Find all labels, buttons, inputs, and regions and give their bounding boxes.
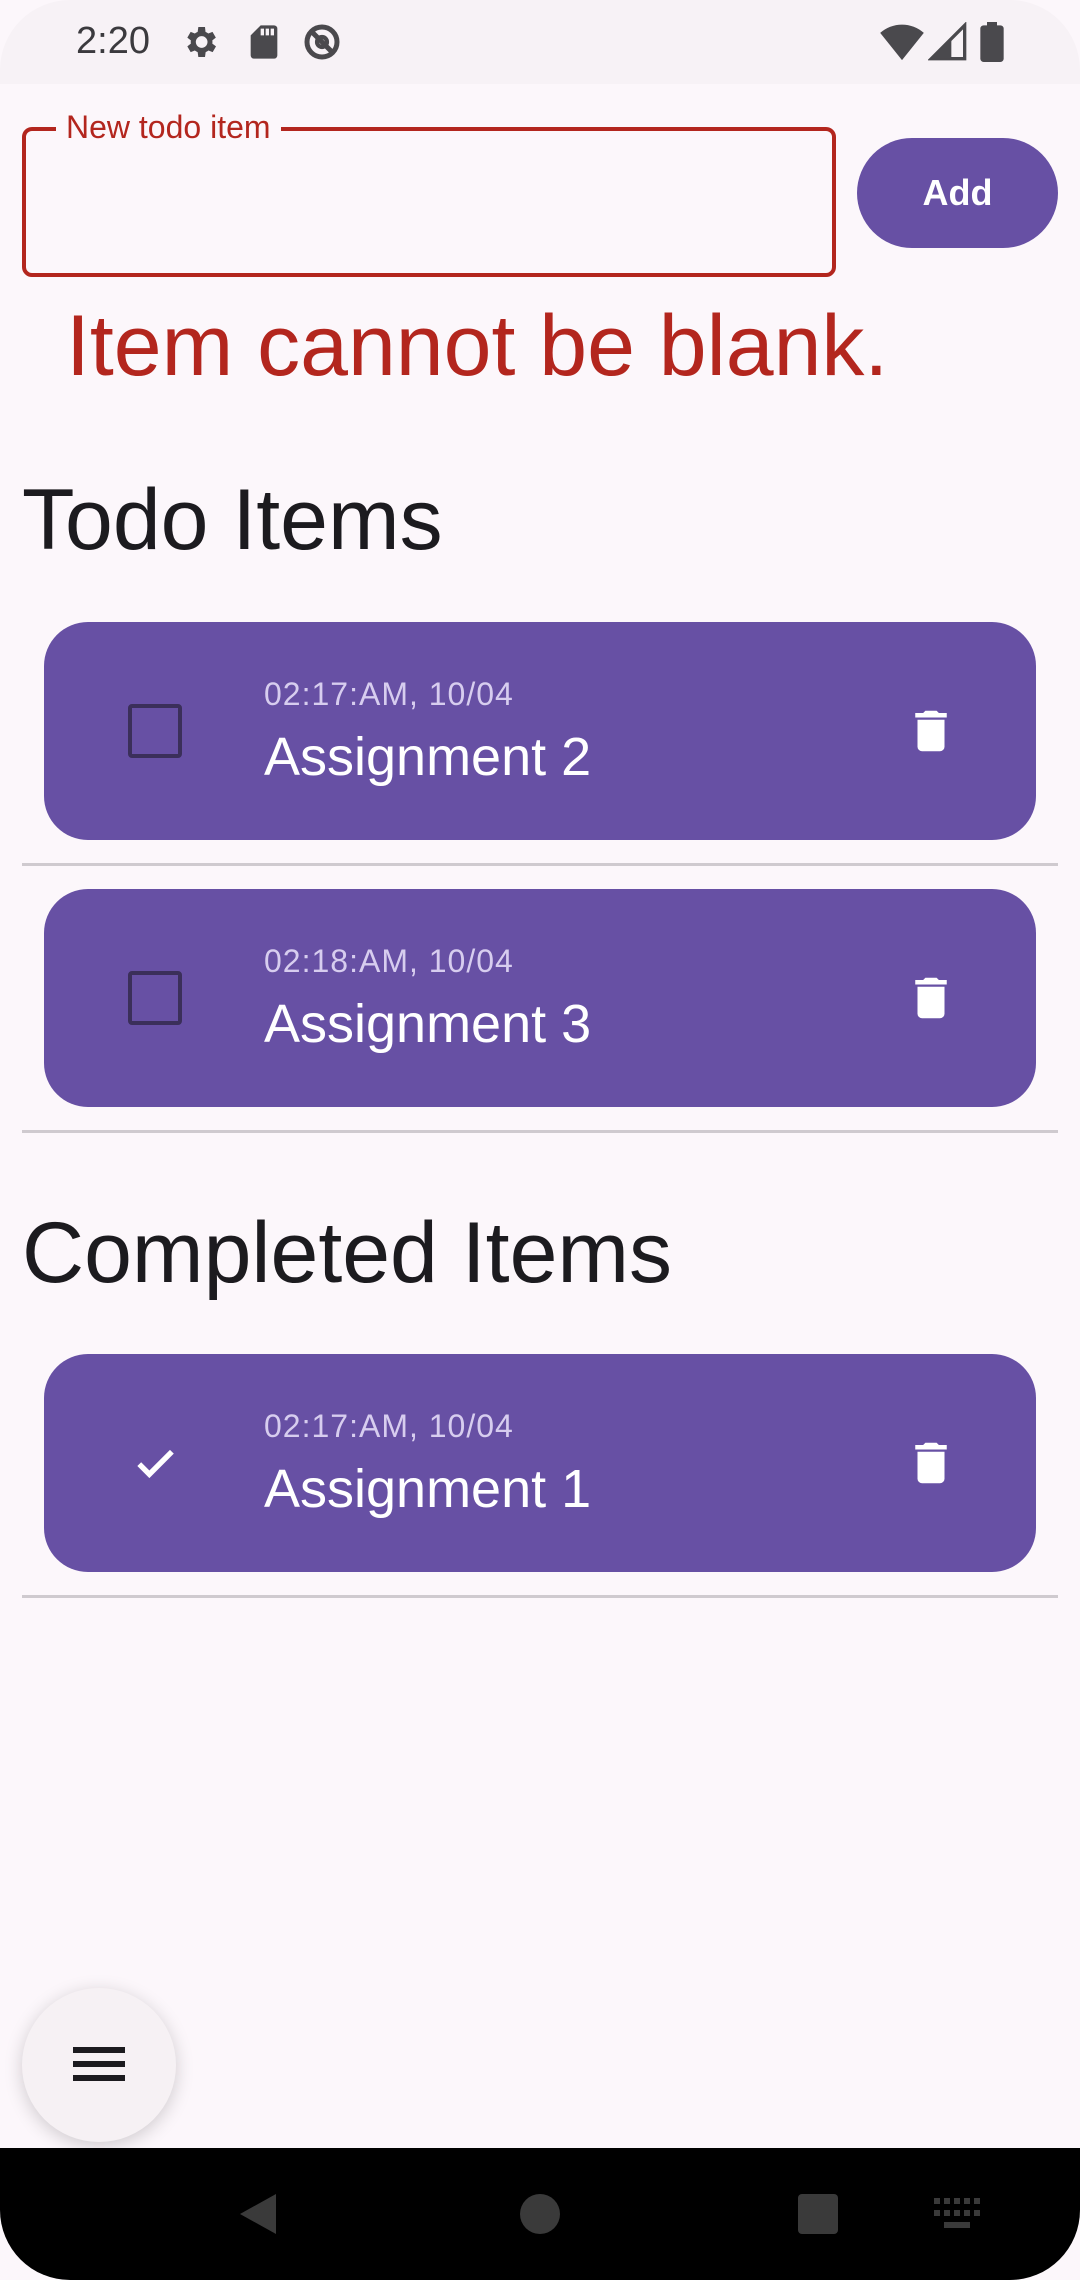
completed-section-title: Completed Items	[22, 1205, 673, 1301]
item-checkbox[interactable]	[128, 704, 182, 758]
check-icon[interactable]	[128, 1436, 182, 1490]
do-not-disturb-icon	[302, 22, 342, 62]
delete-icon[interactable]	[904, 971, 958, 1025]
divider	[22, 863, 1058, 866]
completed-item-card[interactable]: 02:17:AM, 10/04 Assignment 1	[44, 1354, 1036, 1572]
add-button-label: Add	[922, 172, 993, 213]
keyboard-icon[interactable]	[934, 2198, 980, 2235]
divider	[22, 1595, 1058, 1598]
signal-icon	[927, 21, 968, 62]
todo-item-card[interactable]: 02:18:AM, 10/04 Assignment 3	[44, 889, 1036, 1107]
item-timestamp: 02:18:AM, 10/04	[264, 943, 514, 979]
item-checkbox[interactable]	[128, 971, 182, 1025]
battery-icon	[978, 22, 1006, 62]
home-icon[interactable]	[518, 2192, 562, 2241]
sd-card-icon	[244, 22, 284, 62]
item-timestamp: 02:17:AM, 10/04	[264, 1408, 514, 1444]
settings-icon	[180, 22, 220, 62]
status-time: 2:20	[76, 20, 150, 62]
todo-section-title: Todo Items	[22, 472, 443, 568]
item-timestamp: 02:17:AM, 10/04	[264, 676, 514, 712]
menu-icon	[73, 2043, 125, 2088]
new-todo-input-label: New todo item	[56, 108, 281, 146]
recents-icon[interactable]	[796, 2192, 840, 2241]
input-error-message: Item cannot be blank.	[66, 298, 889, 394]
system-nav-bar	[0, 2148, 1080, 2280]
delete-icon[interactable]	[904, 704, 958, 758]
item-title: Assignment 2	[264, 727, 592, 787]
new-todo-input[interactable]	[22, 127, 836, 277]
status-bar: 2:20	[0, 0, 1080, 84]
todo-item-card[interactable]: 02:17:AM, 10/04 Assignment 2	[44, 622, 1036, 840]
divider	[22, 1130, 1058, 1133]
delete-icon[interactable]	[904, 1436, 958, 1490]
back-icon[interactable]	[236, 2192, 280, 2241]
menu-fab-button[interactable]	[22, 1988, 176, 2142]
wifi-icon	[880, 22, 924, 62]
add-button[interactable]: Add	[857, 138, 1058, 248]
item-title: Assignment 3	[264, 994, 592, 1054]
item-title: Assignment 1	[264, 1459, 592, 1519]
